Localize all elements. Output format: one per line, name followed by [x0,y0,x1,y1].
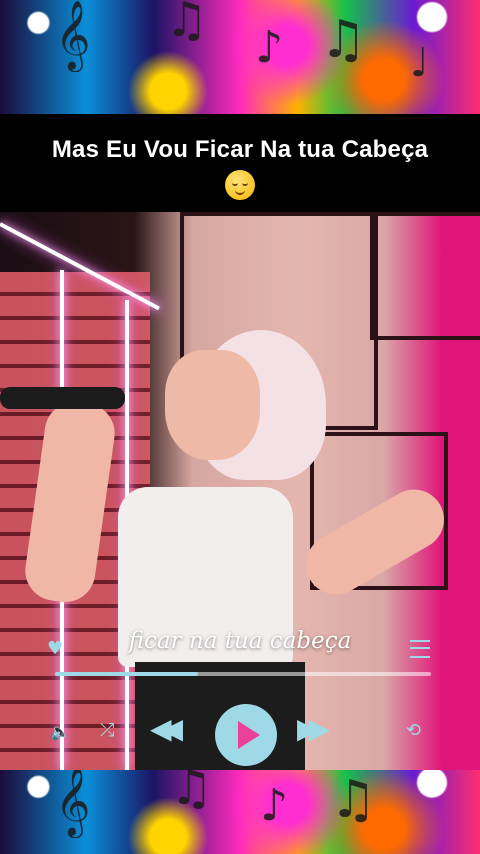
player-controls: 🔈 ⤮ ◀◀ ▶▶ ⟲ [0,704,480,766]
lyric-line: ficar na tua cabeça [128,628,352,654]
treble-clef-icon: 𝄞 [55,0,91,70]
singer-face [165,350,260,460]
progress-bar[interactable] [55,672,431,676]
microphone [0,387,125,409]
previous-icon[interactable]: ◀◀ [150,712,183,745]
music-note-icon: ♩ [410,40,429,86]
caption-area: Mas Eu Vou Ficar Na tua Cabeça [0,114,480,212]
treble-clef-icon: 𝄞 [55,770,91,836]
music-note-icon: ♪ [255,22,284,73]
play-button[interactable] [215,704,277,766]
relieved-face-icon [225,170,255,200]
menu-icon[interactable] [410,640,430,658]
music-note-icon: ♫ [320,10,367,70]
shuffle-icon[interactable]: ⤮ [100,720,114,741]
caption-text: Mas Eu Vou Ficar Na tua Cabeça [51,136,429,163]
volume-icon[interactable]: 🔈 [50,722,70,741]
music-note-icon: ♫ [170,770,214,816]
progress-fill [55,672,198,676]
music-note-icon: ♪ [260,780,289,831]
top-music-banner: 𝄞 ♫ ♪ ♫ ♩ [0,0,480,114]
video-frame[interactable]: ♥ ficar na tua cabeça 🔈 ⤮ ◀◀ ▶▶ ⟲ [0,212,480,770]
music-note-icon: ♫ [165,0,209,48]
music-note-icon: ♫ [330,770,377,830]
next-icon[interactable]: ▶▶ [297,712,330,745]
bottom-music-banner: 𝄞 ♫ ♪ ♫ [0,770,480,854]
repeat-icon[interactable]: ⟲ [406,720,421,741]
set-panel [370,212,480,340]
